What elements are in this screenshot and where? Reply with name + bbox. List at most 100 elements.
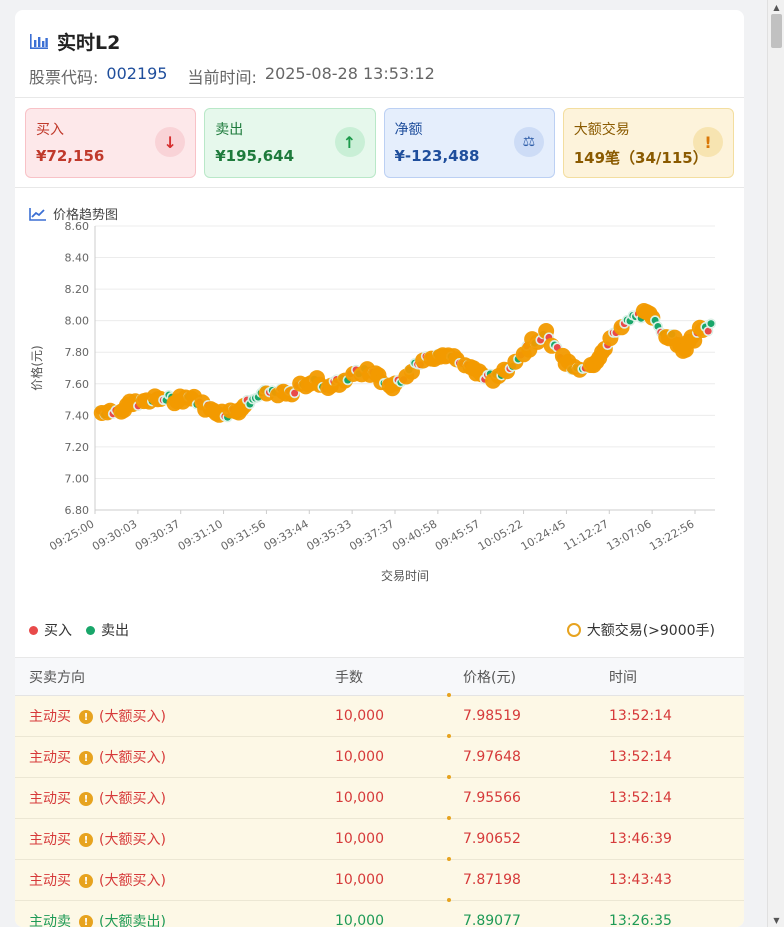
table-row[interactable]: 主动买! (大额买入) 10,000 7.98519 13:52:14 [15, 693, 744, 737]
scroll-up-arrow-icon[interactable]: ▲ [768, 0, 784, 14]
row-marker [447, 816, 451, 820]
y-tick-label: 7.60 [65, 378, 90, 391]
scroll-thumb[interactable] [771, 14, 782, 48]
title-row: 实时L2 [29, 26, 730, 56]
cell-direction: 主动买! (大额买入) [15, 788, 335, 808]
scroll-down-arrow-icon[interactable]: ▼ [768, 913, 784, 927]
cell-direction: 主动买! (大额买入) [15, 747, 335, 767]
chart-legend: 买入 卖出 大额交易(>9000手) [29, 620, 729, 640]
table-row[interactable]: 主动买! (大额买入) 10,000 7.90652 13:46:39 [15, 816, 744, 860]
cell-price: 7.89077 [463, 913, 521, 927]
x-tick-label: 09:30:37 [133, 517, 182, 553]
table-row[interactable]: 主动买! (大额买入) 10,000 7.95566 13:52:14 [15, 775, 744, 819]
big-trade-tag: (大额卖出) [99, 914, 166, 927]
x-tick-label: 10:05:22 [476, 517, 525, 553]
bar-chart-icon [30, 34, 48, 49]
x-tick-label: 09:30:03 [90, 517, 139, 553]
legend-sell[interactable]: 卖出 [86, 620, 129, 640]
big-trade-tag: (大额买入) [99, 832, 166, 848]
direction-text: 主动买 [29, 873, 71, 889]
cell-lots: 10,000 [335, 872, 384, 888]
direction-text: 主动买 [29, 832, 71, 848]
cell-time: 13:52:14 [609, 749, 672, 765]
y-tick-label: 7.80 [65, 346, 90, 359]
cell-direction: 主动买! (大额买入) [15, 870, 335, 890]
page-title: 实时L2 [57, 31, 121, 54]
cell-lots: 10,000 [335, 790, 384, 806]
cell-lots: 10,000 [335, 708, 384, 724]
x-tick-label: 09:31:56 [219, 517, 268, 553]
buy-point [704, 327, 712, 335]
table-row[interactable]: 主动买! (大额买入) 10,000 7.87198 13:43:43 [15, 857, 744, 901]
y-tick-label: 7.40 [65, 409, 90, 422]
scale-icon: ⚖ [513, 127, 544, 157]
cell-direction: 主动买! (大额买入) [15, 829, 335, 849]
table-row[interactable]: 主动卖! (大额卖出) 10,000 7.89077 13:26:35 [15, 898, 744, 927]
price-chart-section: 价格趋势图 6.80 7.00 7.20 7.40 7.60 7.80 8.00 8.20 8.… [15, 188, 744, 658]
cell-time: 13:52:14 [609, 708, 672, 724]
row-marker [447, 734, 451, 738]
cell-time: 13:43:43 [609, 872, 672, 888]
x-tick-label: 09:37:37 [347, 517, 396, 553]
y-tick-label: 8.20 [65, 283, 90, 296]
header-time: 时间 [609, 669, 637, 686]
alert-icon: ! [79, 710, 93, 724]
x-tick-label: 09:25:00 [47, 517, 96, 553]
header-price: 价格(元) [463, 669, 516, 686]
x-tick-label: 09:33:44 [261, 517, 310, 553]
big-trade-tag: (大额买入) [99, 873, 166, 889]
y-tick-label: 8.40 [65, 252, 90, 265]
meta-row: 股票代码: 002195 当前时间: 2025-08-28 13:53:12 [29, 64, 730, 88]
y-tick-label: 7.00 [65, 472, 90, 485]
direction-text: 主动买 [29, 750, 71, 766]
cell-time: 13:46:39 [609, 831, 672, 847]
legend-sell-dot [86, 625, 95, 635]
scrollbar[interactable]: ▲ ▼ [767, 0, 784, 927]
legend-buy-label: 买入 [44, 623, 72, 639]
buy-stat-card: 买入 ¥72,156 ↓ [25, 108, 197, 178]
x-axis-label: 交易时间 [381, 568, 429, 583]
alert-icon: ! [79, 833, 93, 847]
table-row[interactable]: 主动买! (大额买入) 10,000 7.97648 13:52:14 [15, 734, 744, 778]
y-tick-label: 8.60 [65, 220, 90, 233]
l2-panel: 实时L2 股票代码: 002195 当前时间: 2025-08-28 13:53… [15, 10, 744, 927]
cell-price: 7.87198 [463, 872, 521, 888]
row-marker [447, 857, 451, 861]
x-tick-label: 11:12:27 [561, 517, 610, 553]
current-time-label: 当前时间: [187, 68, 257, 87]
trades-table-body: 主动买! (大额买入) 10,000 7.98519 13:52:14 主动买! (大额买入… [15, 693, 744, 927]
net-stat-card: 净额 ¥-123,488 ⚖ [383, 108, 555, 178]
direction-text: 主动卖 [29, 914, 71, 927]
x-tick-label: 09:40:58 [390, 517, 439, 553]
x-tick-label: 09:31:10 [176, 517, 225, 553]
stats-row: 买入 ¥72,156 ↓ 卖出 ¥195,644 ↑ 净额 ¥-123,488 … [15, 98, 744, 188]
x-tick-label: 09:45:57 [433, 517, 482, 553]
cell-direction: 主动买! (大额买入) [15, 706, 335, 726]
cell-price: 7.97648 [463, 749, 521, 765]
stock-code-label: 股票代码: [29, 68, 99, 87]
cell-lots: 10,000 [335, 831, 384, 847]
x-tick-label: 09:35:33 [304, 517, 353, 553]
header-lots: 手数 [335, 669, 363, 686]
cell-price: 7.95566 [463, 790, 521, 806]
x-tick-label: 13:22:56 [647, 517, 696, 553]
legend-big-ring [566, 623, 581, 637]
legend-buy-dot [29, 625, 38, 635]
alert-icon: ! [693, 127, 723, 157]
legend-buy[interactable]: 买入 [29, 620, 72, 640]
alert-icon: ! [79, 792, 93, 806]
cell-price: 7.90652 [463, 831, 521, 847]
arrow-up-icon: ↑ [334, 127, 365, 157]
header-direction: 买卖方向 [29, 669, 85, 686]
legend-big[interactable]: 大额交易(>9000手) [566, 620, 715, 640]
big-trade-tag: (大额买入) [99, 750, 166, 766]
alert-icon: ! [79, 751, 93, 765]
y-tick-label: 8.00 [65, 315, 90, 328]
y-tick-label: 6.80 [65, 504, 90, 517]
direction-text: 主动买 [29, 709, 71, 725]
y-tick-label: 7.20 [65, 441, 90, 454]
cell-direction: 主动卖! (大额卖出) [15, 911, 335, 927]
stock-code-value: 002195 [106, 64, 168, 83]
cell-time: 13:26:35 [609, 913, 672, 927]
big-trade-tag: (大额买入) [99, 709, 166, 725]
